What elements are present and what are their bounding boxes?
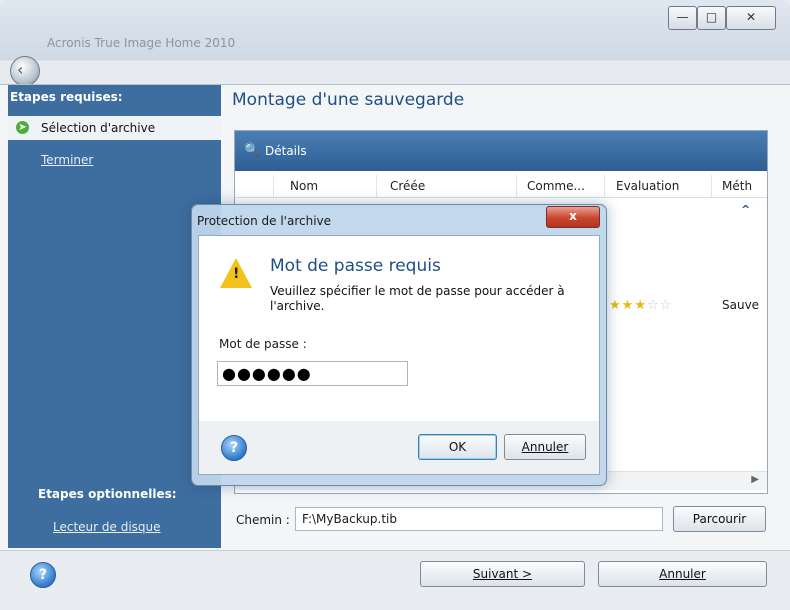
browse-button[interactable]: Parcourir [673, 506, 766, 532]
details-icon: 🔍 [244, 143, 261, 158]
optional-steps-heading: Etapes optionnelles: [38, 487, 177, 501]
ok-button[interactable]: OK [418, 434, 497, 460]
path-label: Chemin : [236, 513, 290, 527]
column-divider [604, 175, 605, 197]
cancel-label: Annuler [659, 567, 706, 581]
arrow-icon: ➤ [16, 121, 29, 134]
dialog-heading: Mot de passe requis [270, 256, 441, 276]
scroll-right-icon[interactable]: ▶ [751, 474, 759, 485]
collapse-icon[interactable]: ^ [741, 203, 750, 216]
column-rating[interactable]: Evaluation [616, 179, 679, 193]
panel-title: Détails [265, 144, 307, 158]
dialog-close-button[interactable]: x [546, 206, 600, 228]
dialog-title: Protection de l'archive [197, 214, 332, 228]
sidebar [8, 85, 221, 548]
method-cell: Sauve [722, 298, 760, 312]
star-icon: ★ [621, 298, 635, 313]
column-comment[interactable]: Comme... [527, 179, 585, 193]
column-divider [711, 175, 712, 197]
help-icon[interactable]: ? [30, 562, 56, 588]
sidebar-item-label: Sélection d'archive [41, 121, 156, 135]
next-button[interactable]: Suivant > [420, 561, 585, 587]
path-input[interactable]: F:\MyBackup.tib [295, 507, 663, 531]
column-method[interactable]: Méth [722, 179, 752, 193]
dialog-body: ! Mot de passe requis Veuillez spécifier… [198, 235, 600, 422]
star-icon: ☆ [659, 298, 673, 313]
star-icon: ★ [609, 298, 622, 313]
column-name[interactable]: Nom [290, 179, 318, 193]
dialog-message: Veuillez spécifier le mot de passe pour … [270, 284, 565, 313]
password-dialog: Protection de l'archive x ! Mot de passe… [191, 204, 607, 486]
sidebar-item-archive-selection[interactable]: ➤ Sélection d'archive [8, 116, 221, 140]
help-icon[interactable]: ? [221, 435, 247, 461]
star-icon: ★ [634, 298, 647, 313]
password-label: Mot de passe : [219, 337, 307, 351]
close-button[interactable]: ✕ [726, 6, 776, 30]
minimize-button[interactable]: — [668, 6, 697, 30]
warning-icon: ! [220, 258, 252, 288]
column-headers: Nom Créée Comme... Evaluation Méth [235, 175, 767, 198]
panel-header: 🔍 Détails [235, 131, 767, 171]
column-created[interactable]: Créée [390, 179, 425, 193]
required-steps-heading: Etapes requises: [10, 90, 123, 104]
title-bar: ‹ Acronis True Image Home 2010 — □ ✕ [0, 0, 790, 86]
cancel-button[interactable]: Annuler [598, 561, 767, 587]
password-field[interactable]: ●●●●●● [217, 361, 408, 386]
dialog-cancel-label: Annuler [521, 440, 569, 454]
dialog-footer: ? OK Annuler [198, 421, 600, 475]
column-divider [273, 175, 274, 197]
page-title: Montage d'une sauvegarde [232, 90, 465, 110]
window-title: Acronis True Image Home 2010 [47, 36, 236, 50]
dialog-cancel-button[interactable]: Annuler [504, 434, 586, 460]
maximize-button[interactable]: □ [697, 6, 726, 30]
rating-stars: ★★★☆☆ [609, 298, 672, 313]
back-icon[interactable]: ‹ [10, 56, 40, 86]
column-divider [376, 175, 377, 197]
sidebar-item-disk-drive[interactable]: Lecteur de disque [53, 520, 161, 534]
column-divider [516, 175, 517, 197]
star-icon: ☆ [646, 298, 660, 313]
next-label: Suivant > [472, 567, 533, 581]
sidebar-item-finish[interactable]: Terminer [41, 153, 93, 167]
